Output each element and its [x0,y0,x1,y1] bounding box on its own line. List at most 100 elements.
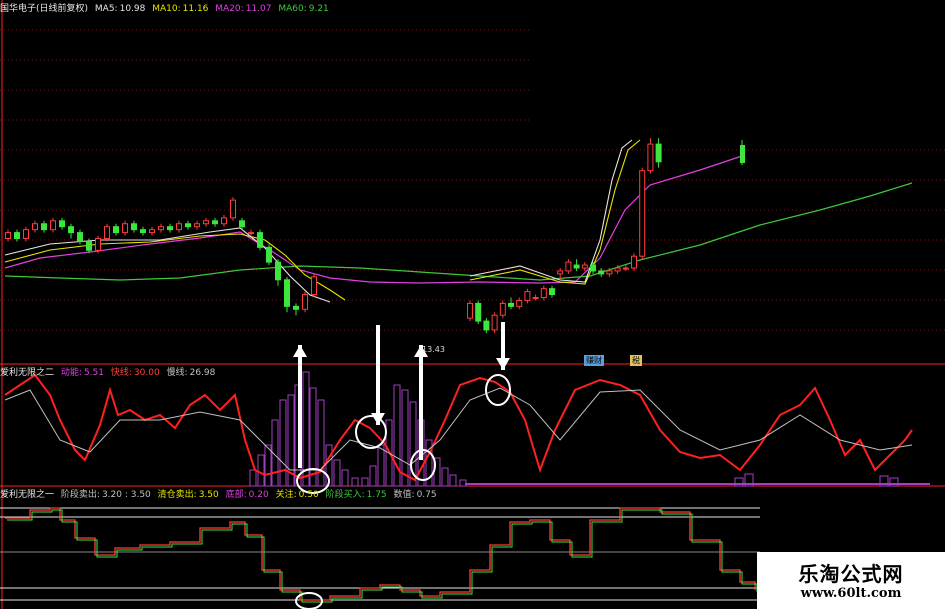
candle [284,279,290,307]
candle-late [557,270,564,275]
candle [77,232,83,242]
candle [221,217,227,225]
candle [149,229,155,234]
fast-line [4,373,913,482]
candle [266,246,272,263]
main-panel-header: 国华电子(日线前复权) MA5: 10.98 MA10: 11.16 MA20: 11… [0,1,333,15]
ma10-line-late [469,139,641,285]
candle [32,223,38,231]
candle [23,229,29,239]
candle [95,238,101,251]
indicator1-k2-label: 清仓卖出: [157,490,197,500]
candle [311,276,317,296]
candle [248,232,254,235]
histogram-bar [333,459,341,487]
candle [302,294,308,310]
candle [14,232,20,240]
candle-late [532,297,539,299]
ma5-value: 10.98 [119,4,146,14]
indicator1-k1-value: 3.20 : 3.50 [101,490,151,500]
indicator2-k2-value: 30.00 [133,368,160,378]
indicator1-k5-value: 1.75 [366,490,387,500]
indicator2-k1-label: 动能: [60,368,82,378]
ma60-label: MA60: [278,4,307,14]
candle-late [590,264,596,272]
histogram-bar [351,477,359,487]
candle-late [565,261,572,272]
ma20-label: MA20: [215,4,244,14]
candle-late [467,302,473,319]
ma5-line [4,227,331,303]
signal-tag-a: 赚财 [584,355,604,366]
candle-late [614,267,621,272]
histogram-bar [377,444,385,487]
candle [86,240,92,251]
candle-late [573,264,580,269]
indicator2-k1-value: 5.51 [83,368,104,378]
candle [293,305,299,310]
candle [167,226,173,231]
watermark: 乐淘公式网 www.60lt.com [757,552,945,609]
indicator2-header: 爱利无限之二 动能: 5.51 快线: 30.00 慢线: 26.98 [0,365,219,379]
candle-late [631,255,637,269]
ma10-value: 11.16 [182,4,209,14]
candle [203,220,209,225]
histogram-bar [309,387,317,487]
candle-late [475,302,482,322]
indicator1-k4-label: 关注: [275,490,297,500]
histogram-bar [249,469,257,487]
stock-name: 国华电子(日线前复权) [0,4,89,14]
highlight-ellipse [355,415,387,449]
candle-late [655,143,662,163]
candle [212,220,218,225]
histogram-bar [257,454,265,487]
candle [50,220,56,231]
candle-late [483,320,490,331]
price-annotation: 13.43 [422,345,445,354]
ma5-line-late [469,139,633,283]
indicator1-k4-value: 0.50 [298,490,319,500]
candle [158,226,164,231]
histogram-bar [401,389,409,487]
candle-late [549,288,555,296]
candle-late [524,291,531,301]
candle-late [647,143,654,172]
candle [122,223,128,234]
candle [113,226,119,234]
candle-late [516,299,523,307]
candle [194,223,200,228]
indicator1-name: 爱利无限之一 [0,490,55,500]
candle [257,232,263,248]
indicator1-k3-value: 0.20 [248,490,269,500]
candle [41,223,47,231]
candle-late [606,270,613,275]
indicator2-name: 爱利无限之二 [0,368,55,378]
ma20-value: 11.07 [245,4,272,14]
candle-late [740,145,745,163]
indicator1-header: 爱利无限之一 阶段卖出: 3.20 : 3.50 清仓卖出: 3.50 底部: 0.2… [0,487,441,501]
stock-chart [0,0,945,609]
histogram-bar [369,465,377,487]
candle [68,226,74,234]
candle-late [540,288,547,298]
highlight-ellipse [295,592,323,609]
histogram-bar [449,474,457,487]
candle-late [491,314,498,331]
indicator1-k6-label: 数值: [393,490,415,500]
candle [59,220,65,228]
candle [5,232,11,240]
candle-late [499,302,506,316]
indicator2-k3-value: 26.98 [189,368,216,378]
up-arrow-head [293,345,307,357]
candle [176,223,182,231]
histogram-bar [441,467,449,487]
candle-late [598,270,605,275]
indicator2-k2-label: 快线: [110,368,132,378]
histogram-bar [279,399,287,487]
candle-late [622,267,629,270]
indicator1-k6-value: 0.75 [416,490,437,500]
candle [104,226,110,239]
candle [140,229,146,234]
indicator1-k5-label: 阶段买入: [325,490,365,500]
slow-line [4,387,913,471]
